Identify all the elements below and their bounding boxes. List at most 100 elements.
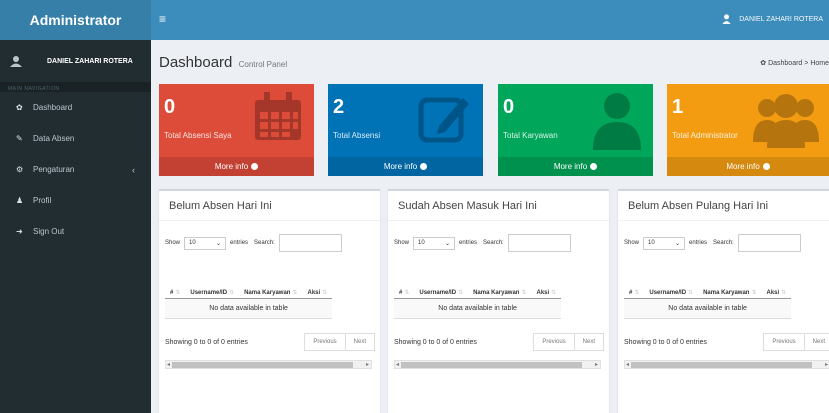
next-button[interactable]: Next bbox=[344, 334, 374, 350]
more-info-link[interactable]: More info bbox=[667, 157, 829, 176]
sidebar-item-profil[interactable]: ♟ Profil bbox=[0, 185, 151, 216]
pagination: Previous Next bbox=[533, 333, 604, 351]
sort-icon: ⇅ bbox=[521, 289, 527, 296]
user-menu-name: DANIEL ZAHARI ROTERA bbox=[739, 15, 823, 23]
column-header-aksi[interactable]: Aksi ⇅ bbox=[531, 259, 562, 299]
sort-icon: ⇅ bbox=[688, 289, 694, 296]
horizontal-scrollbar[interactable]: ◂ ▸ bbox=[394, 360, 601, 369]
scroll-left-icon[interactable]: ◂ bbox=[396, 361, 399, 368]
sort-icon: ⇅ bbox=[229, 289, 235, 296]
show-label: Show bbox=[624, 240, 640, 246]
sort-icon: ⇅ bbox=[292, 289, 298, 296]
scrollbar-thumb[interactable] bbox=[401, 362, 582, 368]
data-table: # ⇅ Username/ID ⇅ Nama Karyawan ⇅ Aksi ⇅ No … bbox=[624, 259, 792, 319]
entries-select-value: 10 bbox=[418, 240, 425, 246]
column-header-username[interactable]: Username/ID ⇅ bbox=[185, 259, 240, 299]
stat-value: 0 bbox=[503, 96, 515, 118]
search-input[interactable] bbox=[507, 234, 571, 252]
column-header-number[interactable]: # ⇅ bbox=[165, 259, 186, 299]
entries-label: entries bbox=[230, 240, 249, 246]
entries-label: entries bbox=[689, 240, 708, 246]
page-subtitle: Control Panel bbox=[238, 60, 288, 69]
sidebar-item-dashboard[interactable]: ✿ Dashboard bbox=[0, 92, 151, 123]
previous-button[interactable]: Previous bbox=[305, 334, 344, 350]
entries-select[interactable]: 10 ⌄ bbox=[413, 236, 456, 250]
stat-box-absensi: 2 Total Absensi More info bbox=[328, 84, 483, 176]
sort-icon: ⇅ bbox=[458, 289, 464, 296]
logo[interactable]: Administrator bbox=[0, 0, 151, 40]
sidebar-item-label: Dashboard bbox=[33, 103, 73, 112]
next-button[interactable]: Next bbox=[573, 334, 603, 350]
sidebar-toggle-icon[interactable]: ≡ bbox=[159, 12, 166, 26]
entries-select-value: 10 bbox=[648, 240, 655, 246]
scrollbar-thumb[interactable] bbox=[172, 362, 353, 368]
dashboard-icon: ✿ bbox=[16, 103, 23, 112]
data-table: # ⇅ Username/ID ⇅ Nama Karyawan ⇅ Aksi ⇅ No … bbox=[165, 259, 333, 319]
pagination: Previous Next bbox=[304, 333, 375, 351]
empty-message: No data available in table bbox=[624, 298, 792, 319]
horizontal-scrollbar[interactable]: ◂ ▸ bbox=[624, 360, 829, 369]
sort-icon: ⇅ bbox=[322, 289, 328, 296]
next-button[interactable]: Next bbox=[803, 334, 829, 350]
user-menu[interactable]: DANIEL ZAHARI ROTERA bbox=[722, 14, 823, 24]
scroll-right-icon[interactable]: ▸ bbox=[595, 361, 598, 368]
entries-select[interactable]: 10 ⌄ bbox=[643, 236, 686, 250]
column-header-username[interactable]: Username/ID ⇅ bbox=[414, 259, 469, 299]
column-header-number[interactable]: # ⇅ bbox=[624, 259, 645, 299]
search-input[interactable] bbox=[737, 234, 801, 252]
table-controls: Show 10 ⌄ entries Search: bbox=[165, 234, 342, 252]
dashboard-icon: ✿ bbox=[760, 60, 769, 67]
column-header-nama[interactable]: Nama Karyawan ⇅ bbox=[239, 259, 303, 299]
previous-button[interactable]: Previous bbox=[764, 334, 803, 350]
sidebar-item-label: Data Absen bbox=[33, 134, 75, 143]
sidebar-item-label: Profil bbox=[33, 196, 52, 205]
column-header-aksi[interactable]: Aksi ⇅ bbox=[302, 259, 333, 299]
sidebar-item-pengaturan[interactable]: ⚙ Pengaturan ‹ bbox=[0, 154, 151, 185]
more-info-link[interactable]: More info bbox=[498, 157, 653, 176]
data-table: # ⇅ Username/ID ⇅ Nama Karyawan ⇅ Aksi ⇅ No … bbox=[394, 259, 562, 319]
more-info-link[interactable]: More info bbox=[328, 157, 483, 176]
scrollbar-thumb[interactable] bbox=[631, 362, 812, 368]
panel-belum-absen: Belum Absen Hari Ini Show 10 ⌄ entries S… bbox=[159, 189, 380, 413]
entries-select-value: 10 bbox=[189, 240, 196, 246]
stat-label: Total Karyawan bbox=[503, 131, 558, 140]
search-input[interactable] bbox=[278, 234, 342, 252]
more-info-label: More info bbox=[553, 162, 588, 171]
sidebar-item-label: Sign Out bbox=[33, 227, 65, 236]
scroll-left-icon[interactable]: ◂ bbox=[626, 361, 629, 368]
user-icon: ♟ bbox=[16, 196, 24, 205]
more-info-label: More info bbox=[726, 162, 760, 171]
empty-message: No data available in table bbox=[165, 298, 333, 319]
column-header-number[interactable]: # ⇅ bbox=[394, 259, 415, 299]
column-header-nama[interactable]: Nama Karyawan ⇅ bbox=[468, 259, 532, 299]
sidebar: DANIEL ZAHARI ROTERA MAIN NAVIGATION ✿ D… bbox=[0, 40, 151, 413]
page-title: Dashboard bbox=[159, 54, 233, 71]
table-row: No data available in table bbox=[624, 298, 792, 319]
sort-icon: ⇅ bbox=[175, 289, 181, 296]
panel-title: Belum Absen Hari Ini bbox=[169, 200, 272, 212]
entries-select[interactable]: 10 ⌄ bbox=[184, 236, 227, 250]
sidebar-item-sign-out[interactable]: ➜ Sign Out bbox=[0, 216, 151, 247]
sidebar-item-data-absen[interactable]: ✎ Data Absen bbox=[0, 123, 151, 154]
column-header-username[interactable]: Username/ID ⇅ bbox=[644, 259, 699, 299]
scroll-left-icon[interactable]: ◂ bbox=[167, 361, 170, 368]
horizontal-scrollbar[interactable]: ◂ ▸ bbox=[165, 360, 372, 369]
arrow-circle-icon bbox=[420, 163, 428, 170]
panel-title: Sudah Absen Masuk Hari Ini bbox=[398, 200, 537, 212]
avatar bbox=[10, 56, 22, 67]
gears-icon: ⚙ bbox=[16, 165, 24, 174]
column-header-aksi[interactable]: Aksi ⇅ bbox=[761, 259, 792, 299]
panel-title: Belum Absen Pulang Hari Ini bbox=[628, 200, 769, 212]
breadcrumb-separator: > bbox=[804, 60, 809, 67]
previous-button[interactable]: Previous bbox=[534, 334, 573, 350]
scroll-right-icon[interactable]: ▸ bbox=[825, 361, 828, 368]
stat-label: Total Absensi Saya bbox=[164, 131, 232, 140]
column-header-nama[interactable]: Nama Karyawan ⇅ bbox=[698, 259, 762, 299]
sort-icon: ⇅ bbox=[634, 289, 640, 296]
nav-header: MAIN NAVIGATION bbox=[0, 82, 151, 92]
more-info-link[interactable]: More info bbox=[159, 157, 314, 176]
breadcrumb-home[interactable]: Dashboard bbox=[768, 60, 802, 67]
entries-label: entries bbox=[459, 240, 478, 246]
users-icon bbox=[753, 94, 819, 148]
scroll-right-icon[interactable]: ▸ bbox=[366, 361, 369, 368]
